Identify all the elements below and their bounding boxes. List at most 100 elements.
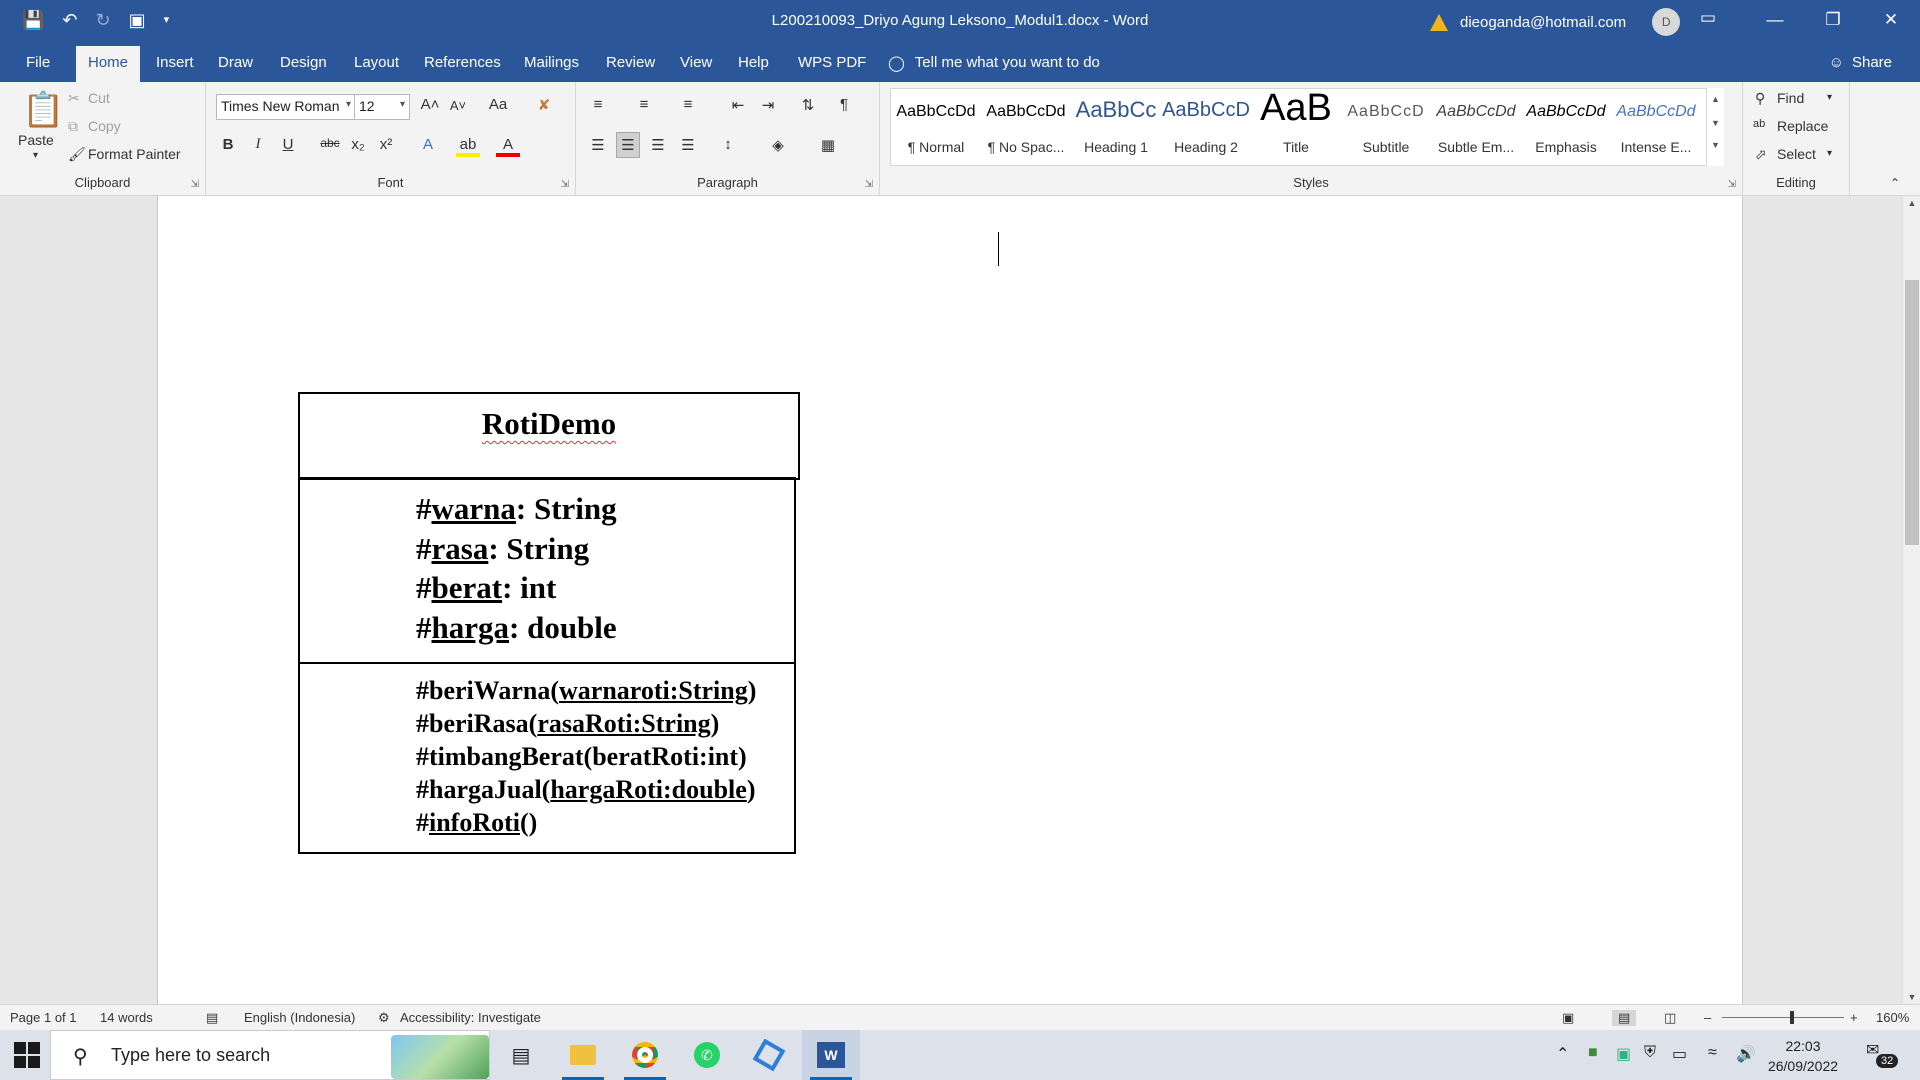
justify-icon[interactable]: ☰ <box>676 136 700 154</box>
sync-tray-icon[interactable]: ▣ <box>1616 1044 1631 1064</box>
word-icon[interactable]: W <box>802 1030 860 1080</box>
zoom-in-icon[interactable]: + <box>1850 1010 1858 1025</box>
select-button[interactable]: Select <box>1777 146 1816 162</box>
copy-icon[interactable]: ⧉ <box>68 118 78 135</box>
increase-indent-icon[interactable]: ⇥ <box>756 96 780 114</box>
grow-font-icon[interactable]: A˄ <box>418 96 442 113</box>
account-email[interactable]: dieoganda@hotmail.com <box>1460 14 1626 31</box>
align-center-icon[interactable]: ☰ <box>616 132 640 158</box>
chrome-icon[interactable] <box>616 1030 674 1080</box>
accessibility-icon[interactable]: ⚙ <box>378 1010 390 1026</box>
find-dropdown-icon[interactable]: ▾ <box>1827 92 1832 103</box>
line-spacing-icon[interactable]: ↕ <box>716 136 740 153</box>
align-right-icon[interactable]: ☰ <box>646 136 670 154</box>
zoom-slider[interactable] <box>1722 1017 1844 1018</box>
paste-icon[interactable]: 📋 <box>22 90 64 130</box>
borders-icon[interactable]: ▦ <box>816 136 840 154</box>
bold-icon[interactable]: B <box>216 136 240 153</box>
select-dropdown-icon[interactable]: ▾ <box>1827 148 1832 159</box>
shrink-font-icon[interactable]: A˅ <box>446 98 470 113</box>
change-case-icon[interactable]: Aa <box>486 96 510 113</box>
clear-formatting-icon[interactable]: ✘ <box>532 96 556 114</box>
paste-button[interactable]: Paste <box>18 132 54 148</box>
minimize-icon[interactable]: — <box>1746 0 1804 40</box>
align-left-icon[interactable]: ☰ <box>586 136 610 154</box>
taskbar-search[interactable]: ⚲ Type here to search <box>50 1030 490 1080</box>
style-heading-2[interactable]: AaBbCcD Heading 2 <box>1161 89 1251 165</box>
account-area[interactable]: dieoganda@hotmail.com D <box>1430 8 1681 36</box>
bullets-icon[interactable]: ≡ <box>586 96 610 113</box>
styles-gallery-scroll[interactable]: ▲ ▼ ▼ <box>1706 88 1724 166</box>
print-layout-icon[interactable]: ▤ <box>1612 1010 1637 1026</box>
italic-icon[interactable]: I <box>246 136 270 153</box>
styles-launcher-icon[interactable]: ⇲ <box>1728 179 1736 190</box>
wifi-icon[interactable]: ≈ <box>1708 1044 1717 1062</box>
scroll-up-icon[interactable]: ▲ <box>1903 198 1920 208</box>
multilevel-list-icon[interactable]: ≡ <box>676 96 700 113</box>
decrease-indent-icon[interactable]: ⇤ <box>726 96 750 114</box>
tab-mailings[interactable]: Mailings <box>512 50 591 75</box>
document-area[interactable]: RotiDemo #warna: String #rasa: String #b… <box>0 196 1902 1004</box>
windows-start-icon[interactable] <box>14 1042 40 1068</box>
style-emphasis[interactable]: AaBbCcDd Emphasis <box>1521 89 1611 165</box>
share-button[interactable]: ☺ Share <box>1829 54 1892 71</box>
tab-insert[interactable]: Insert <box>144 50 206 75</box>
tab-help[interactable]: Help <box>726 50 781 75</box>
proofing-icon[interactable]: ▤ <box>206 1010 218 1026</box>
tab-draw[interactable]: Draw <box>206 50 265 75</box>
replace-button[interactable]: Replace <box>1777 118 1828 134</box>
tab-layout[interactable]: Layout <box>342 50 411 75</box>
avatar[interactable]: D <box>1652 8 1681 36</box>
tab-references[interactable]: References <box>412 50 513 75</box>
clipboard-launcher-icon[interactable]: ⇲ <box>191 179 199 190</box>
word-count[interactable]: 14 words <box>100 1010 153 1025</box>
chevron-down-icon[interactable]: ▼ <box>1707 118 1724 128</box>
tab-wps-pdf[interactable]: WPS PDF <box>786 50 878 75</box>
app-tray-icon[interactable]: ■ <box>1588 1044 1598 1062</box>
superscript-icon[interactable]: x² <box>374 136 398 153</box>
replace-icon[interactable]: ab <box>1753 118 1765 130</box>
clock[interactable]: 22:03 26/09/2022 <box>1748 1036 1858 1076</box>
tell-me-search[interactable]: ◯ Tell me what you want to do <box>888 54 1100 72</box>
tab-design[interactable]: Design <box>268 50 339 75</box>
tab-view[interactable]: View <box>668 50 724 75</box>
scroll-down-icon[interactable]: ▼ <box>1903 992 1920 1002</box>
underline-icon[interactable]: U <box>276 136 300 153</box>
font-launcher-icon[interactable]: ⇲ <box>561 179 569 190</box>
restore-icon[interactable]: ❐ <box>1804 0 1862 40</box>
find-icon[interactable]: ⚲ <box>1755 90 1765 107</box>
file-explorer-icon[interactable] <box>554 1030 612 1080</box>
style-subtitle[interactable]: AaBbCcD Subtitle <box>1341 89 1431 165</box>
zoom-slider-thumb[interactable] <box>1790 1011 1794 1024</box>
scrollbar-thumb[interactable] <box>1905 280 1919 545</box>
format-painter-button[interactable]: Format Painter <box>88 146 181 162</box>
style-subtle-emphasis[interactable]: AaBbCcDd Subtle Em... <box>1431 89 1521 165</box>
subscript-icon[interactable]: x₂ <box>346 136 370 153</box>
more-styles-icon[interactable]: ▼ <box>1707 140 1724 150</box>
font-color-icon[interactable]: A <box>496 136 520 157</box>
paste-dropdown-icon[interactable]: ▾ <box>33 150 38 161</box>
battery-icon[interactable]: ▭ <box>1672 1044 1687 1064</box>
tab-file[interactable]: File <box>14 50 62 75</box>
strikethrough-icon[interactable]: abc <box>318 136 342 150</box>
style-title[interactable]: AaB Title <box>1251 87 1341 165</box>
zoom-level[interactable]: 160% <box>1876 1010 1909 1025</box>
security-shield-icon[interactable]: ⛨ <box>1644 1044 1656 1062</box>
font-family-select[interactable]: Times New Roman ▾ <box>216 94 356 120</box>
accessibility-status[interactable]: Accessibility: Investigate <box>400 1010 541 1025</box>
page-count[interactable]: Page 1 of 1 <box>10 1010 77 1025</box>
chevron-up-icon[interactable]: ▲ <box>1707 94 1724 104</box>
cut-icon[interactable]: ✂ <box>68 90 80 107</box>
close-icon[interactable]: ✕ <box>1862 0 1920 40</box>
collapse-ribbon-icon[interactable]: ⌃ <box>1890 176 1900 190</box>
numbering-icon[interactable]: ≡ <box>632 96 656 113</box>
read-mode-icon[interactable]: ▣ <box>1562 1010 1574 1026</box>
sort-icon[interactable]: ⇅ <box>796 96 820 114</box>
zoom-out-icon[interactable]: – <box>1704 1010 1711 1025</box>
shading-icon[interactable]: ◈ <box>766 136 790 154</box>
document-page[interactable]: RotiDemo #warna: String #rasa: String #b… <box>157 196 1743 1004</box>
select-icon[interactable]: ⬀ <box>1755 146 1767 163</box>
copy-button[interactable]: Copy <box>88 118 121 134</box>
tab-review[interactable]: Review <box>594 50 667 75</box>
format-painter-icon[interactable]: 🖌 <box>68 146 86 163</box>
